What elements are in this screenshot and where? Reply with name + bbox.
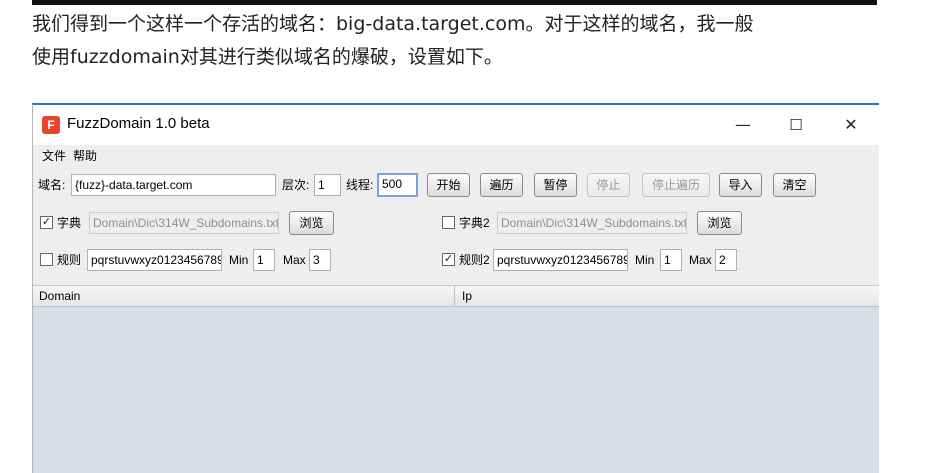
article-text: 我们得到一个这样一个存活的域名：big-data.target.com。对于这样… [32,8,912,74]
browse-button[interactable]: 浏览 [289,211,334,235]
stop-button[interactable]: 停止 [587,173,630,197]
window-title: FuzzDomain 1.0 beta [67,115,210,132]
browse2-button[interactable]: 浏览 [697,211,742,235]
dictionary-row: ✓ 字典 Domain\Dic\314W_Subdomains.txt 浏览 字… [33,211,879,239]
domain-input[interactable]: {fuzz}-data.target.com [71,174,276,196]
dict2-path-input[interactable]: Domain\Dic\314W_Subdomains.txt [497,212,687,234]
clear-button[interactable]: 清空 [773,173,816,197]
fuzzdomain-window: F FuzzDomain 1.0 beta — ☐ ✕ 文件 帮助 域名: {f… [32,103,879,473]
domain-row: 域名: {fuzz}-data.target.com 层次: 1 线程: 500… [33,173,879,201]
max2-label: Max [689,253,712,267]
minimize-button[interactable]: — [720,110,766,140]
maximize-button[interactable]: ☐ [773,110,819,140]
article-top-bar [32,0,877,5]
table-header: Domain Ip [33,285,879,307]
max2-input[interactable]: 2 [715,249,737,271]
column-domain[interactable]: Domain [39,289,80,303]
dict2-checkbox[interactable] [442,216,455,229]
rule2-checkbox[interactable]: ✓ [442,253,455,266]
rule2-label: 规则2 [459,253,490,267]
rule-row: 规则 pqrstuvwxyz0123456789 Min 1 Max 3 ✓ 规… [33,248,879,276]
column-ip[interactable]: Ip [462,289,472,303]
dict2-label: 字典2 [459,216,490,230]
thread-label: 线程: [346,178,374,192]
min-label: Min [229,253,249,267]
article-line-1: 我们得到一个这样一个存活的域名：big-data.target.com。对于这样… [32,13,754,35]
thread-input[interactable]: 500 [377,173,418,197]
start-button[interactable]: 开始 [427,173,470,197]
min2-input[interactable]: 1 [660,249,682,271]
results-table[interactable]: Domain Ip [33,285,879,473]
dict-checkbox[interactable]: ✓ [40,216,53,229]
min-input[interactable]: 1 [253,249,275,271]
level-label: 层次: [282,178,310,192]
domain-label: 域名: [38,178,66,192]
stop-traverse-button[interactable]: 停止遍历 [642,173,710,197]
menu-help[interactable]: 帮助 [73,147,97,164]
rule2-input[interactable]: pqrstuvwxyz0123456789 [493,249,628,271]
title-bar: F FuzzDomain 1.0 beta — ☐ ✕ [33,105,879,145]
dict-path-input[interactable]: Domain\Dic\314W_Subdomains.txt [89,212,279,234]
import-button[interactable]: 导入 [719,173,762,197]
app-icon: F [42,116,60,134]
dict-label: 字典 [57,216,82,230]
menu-file[interactable]: 文件 [42,147,66,164]
column-divider[interactable] [454,286,455,306]
pause-button[interactable]: 暂停 [534,173,577,197]
rule-input[interactable]: pqrstuvwxyz0123456789 [87,249,222,271]
menu-bar: 文件 帮助 [33,145,879,166]
traverse-button[interactable]: 遍历 [480,173,523,197]
rule-label: 规则 [57,253,82,267]
close-button[interactable]: ✕ [828,110,874,140]
min2-label: Min [635,253,655,267]
article-line-2: 使用fuzzdomain对其进行类似域名的爆破，设置如下。 [32,46,503,68]
max-label: Max [283,253,306,267]
level-input[interactable]: 1 [314,174,341,196]
max-input[interactable]: 3 [309,249,331,271]
rule-checkbox[interactable] [40,253,53,266]
